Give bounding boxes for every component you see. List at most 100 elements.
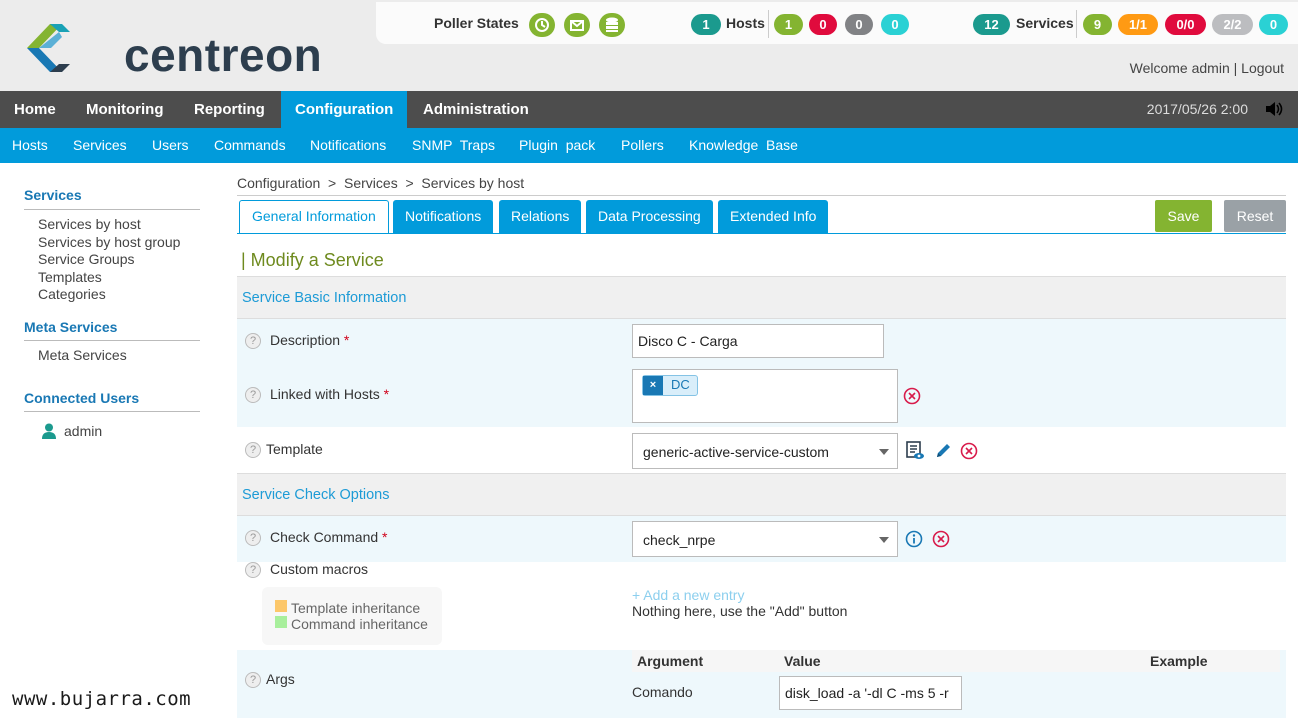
- divider: [1076, 10, 1077, 38]
- tab-data-processing[interactable]: Data Processing: [586, 200, 713, 233]
- clock-icon[interactable]: [529, 13, 555, 37]
- sidebar-item-services-by-host-group[interactable]: Services by host group: [38, 234, 180, 250]
- save-button[interactable]: Save: [1155, 200, 1212, 232]
- remove-circle-icon[interactable]: [960, 442, 978, 460]
- services-label: Services: [1016, 15, 1074, 31]
- submenu-services[interactable]: Services: [73, 128, 127, 163]
- services-critical-badge[interactable]: 0/0: [1165, 14, 1206, 35]
- macros-legend: Template inheritance Command inheritance: [262, 587, 442, 645]
- divider: [24, 411, 200, 412]
- linked-hosts-label: Linked with Hosts *: [270, 386, 389, 402]
- services-pending-badge[interactable]: 0: [1259, 14, 1288, 35]
- database-icon[interactable]: [599, 13, 625, 37]
- hosts-total-badge[interactable]: 1: [691, 14, 721, 35]
- submenu-notifications[interactable]: Notifications: [310, 128, 386, 163]
- tab-notifications[interactable]: Notifications: [393, 200, 494, 233]
- centreon-logo-mark-icon: [27, 24, 70, 72]
- menu-monitoring[interactable]: Monitoring: [72, 91, 177, 128]
- welcome-area: Welcome admin | Logout: [1130, 60, 1284, 76]
- divider: [237, 233, 1286, 234]
- status-bar: Poller States 1 Hosts 1 0 0 0 12 Service…: [376, 2, 1298, 44]
- mail-icon[interactable]: [564, 13, 590, 37]
- help-icon[interactable]: ?: [245, 562, 261, 578]
- services-ok-badge[interactable]: 9: [1083, 14, 1112, 35]
- template-select[interactable]: generic-active-service-custom: [632, 433, 898, 469]
- tag-remove-icon[interactable]: ×: [643, 376, 663, 395]
- remove-circle-icon[interactable]: [903, 387, 921, 405]
- hosts-pending-badge[interactable]: 0: [881, 14, 909, 35]
- help-icon[interactable]: ?: [245, 387, 261, 403]
- sidebar-item-service-groups[interactable]: Service Groups: [38, 251, 134, 267]
- template-inheritance-text: Template inheritance: [291, 600, 421, 616]
- info-circle-icon[interactable]: [905, 530, 923, 548]
- template-value: generic-active-service-custom: [643, 444, 829, 460]
- help-icon[interactable]: ?: [245, 672, 261, 688]
- submenu-pollers[interactable]: Pollers: [621, 128, 664, 163]
- speaker-icon[interactable]: [1264, 101, 1284, 117]
- centreon-logo[interactable]: centreon: [22, 18, 352, 78]
- logo-text: centreon: [124, 29, 323, 81]
- sidebar-meta-title[interactable]: Meta Services: [24, 319, 117, 335]
- help-icon[interactable]: ?: [245, 333, 261, 349]
- check-command-select[interactable]: check_nrpe: [632, 521, 898, 557]
- section-title: Service Basic Information: [242, 290, 407, 306]
- host-tag[interactable]: × DC: [642, 375, 698, 396]
- connected-user-admin[interactable]: admin: [64, 423, 102, 439]
- tab-general-information[interactable]: General Information: [239, 200, 389, 233]
- sidebar-services-title[interactable]: Services: [24, 187, 82, 203]
- tab-relations[interactable]: Relations: [499, 200, 582, 233]
- submenu-knowledge-base[interactable]: Knowledge Base: [689, 128, 798, 163]
- view-template-icon[interactable]: [905, 441, 925, 461]
- edit-pencil-icon[interactable]: [934, 442, 952, 460]
- hosts-down-badge[interactable]: 0: [809, 14, 837, 35]
- tab-extended-info[interactable]: Extended Info: [718, 200, 829, 233]
- section-header-check: Service Check Options: [237, 473, 1286, 516]
- submenu-hosts[interactable]: Hosts: [12, 128, 48, 163]
- help-icon[interactable]: ?: [245, 442, 261, 458]
- menu-home[interactable]: Home: [0, 91, 70, 128]
- add-entry-link[interactable]: + Add a new entry: [632, 587, 744, 603]
- submenu-snmp-traps[interactable]: SNMP Traps: [412, 128, 495, 163]
- help-icon[interactable]: ?: [245, 530, 261, 546]
- sidebar-item-templates[interactable]: Templates: [38, 269, 102, 285]
- description-input[interactable]: Disco C - Carga: [632, 324, 884, 358]
- required-mark: *: [382, 529, 388, 545]
- divider: [768, 10, 769, 38]
- remove-circle-icon[interactable]: [932, 530, 950, 548]
- divider: [237, 195, 1286, 196]
- submenu-plugin-pack[interactable]: Plugin pack: [519, 128, 595, 163]
- menu-configuration[interactable]: Configuration: [281, 91, 407, 128]
- hosts-up-badge[interactable]: 1: [774, 14, 803, 35]
- args-header-argument: Argument: [637, 653, 704, 669]
- services-total-badge[interactable]: 12: [973, 14, 1010, 35]
- logout-link[interactable]: Logout: [1241, 60, 1284, 76]
- watermark: www.bujarra.com: [12, 688, 192, 710]
- sidebar-item-meta-services[interactable]: Meta Services: [38, 347, 127, 363]
- services-unknown-badge[interactable]: 2/2: [1212, 14, 1253, 35]
- label-text: Description: [270, 332, 341, 348]
- hosts-unreachable-badge[interactable]: 0: [845, 14, 873, 35]
- menu-administration[interactable]: Administration: [409, 91, 543, 128]
- breadcrumb[interactable]: Configuration > Services > Services by h…: [237, 175, 524, 191]
- menu-reporting[interactable]: Reporting: [180, 91, 279, 128]
- sidebar-item-services-by-host[interactable]: Services by host: [38, 216, 141, 232]
- custom-macros-label: Custom macros: [270, 561, 369, 577]
- template-label: Template: [266, 441, 323, 457]
- args-label: Args: [266, 671, 295, 687]
- sidebar: Services Services by host Services by ho…: [0, 163, 215, 721]
- services-warning-badge[interactable]: 1/1: [1118, 14, 1158, 35]
- reset-button[interactable]: Reset: [1224, 200, 1286, 232]
- args-value-input[interactable]: disk_load -a '-dl C -ms 5 -r: [779, 676, 962, 710]
- sidebar-connected-users-title: Connected Users: [24, 390, 140, 406]
- check-command-label: Check Command *: [270, 529, 388, 545]
- host-tag-label: DC: [671, 377, 690, 392]
- required-mark: *: [383, 386, 390, 402]
- sidebar-item-categories[interactable]: Categories: [38, 286, 106, 302]
- chevron-down-icon: [879, 449, 889, 455]
- required-mark: *: [343, 332, 350, 348]
- args-header-example: Example: [1150, 653, 1208, 669]
- submenu-users[interactable]: Users: [152, 128, 189, 163]
- divider: [24, 209, 200, 210]
- submenu-commands[interactable]: Commands: [214, 128, 286, 163]
- main-menu: Home Monitoring Reporting Configuration …: [0, 91, 1298, 128]
